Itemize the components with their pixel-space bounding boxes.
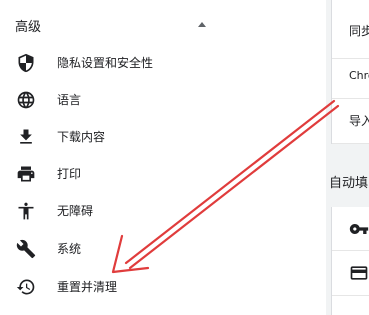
- sidebar-item-label: 语言: [57, 93, 82, 107]
- payment-methods-row[interactable]: [332, 250, 369, 296]
- printer-icon: [16, 164, 36, 184]
- settings-sidebar: 高级 隐私设置和安全性 语言 下载内容 打印 无障碍 系统 重置并清理: [0, 0, 326, 315]
- sidebar-item-label: 隐私设置和安全性: [57, 56, 154, 70]
- sidebar-item-system[interactable]: 系统: [0, 230, 300, 267]
- globe-icon: [16, 90, 36, 110]
- settings-main-panel: 同步 Chro 导入 自动填: [326, 0, 369, 315]
- sidebar-item-privacy[interactable]: 隐私设置和安全性: [0, 44, 300, 81]
- reset-history-icon: [16, 277, 36, 297]
- import-row[interactable]: 导入: [332, 98, 369, 144]
- sidebar-item-accessibility[interactable]: 无障碍: [0, 192, 300, 229]
- chrome-name-row[interactable]: Chro: [332, 58, 369, 99]
- caret-up-icon: [198, 22, 206, 27]
- sync-card: 同步 Chro 导入: [331, 0, 369, 144]
- sidebar-item-language[interactable]: 语言: [0, 81, 300, 118]
- sidebar-item-label: 下载内容: [57, 130, 106, 144]
- sidebar-item-label: 重置并清理: [57, 280, 118, 294]
- key-icon: [349, 219, 369, 239]
- sidebar-item-label: 系统: [57, 242, 82, 256]
- autofill-section-title: 自动填: [329, 176, 369, 191]
- sync-row-label: 同步: [349, 24, 369, 38]
- autofill-card: [331, 207, 369, 315]
- sidebar-item-label: 打印: [57, 167, 82, 181]
- sidebar-item-downloads[interactable]: 下载内容: [0, 118, 300, 155]
- sidebar-item-printing[interactable]: 打印: [0, 155, 300, 192]
- credit-card-icon: [349, 263, 369, 283]
- chrome-row-label: Chro: [349, 69, 369, 82]
- download-icon: [16, 127, 36, 147]
- sidebar-item-reset[interactable]: 重置并清理: [0, 268, 300, 305]
- shield-icon: [16, 53, 36, 73]
- accessibility-icon: [16, 201, 36, 221]
- sync-row[interactable]: 同步: [332, 0, 369, 59]
- wrench-icon: [16, 239, 36, 259]
- advanced-section-header[interactable]: 高级: [0, 10, 230, 40]
- import-row-label: 导入: [349, 114, 369, 128]
- advanced-section-title: 高级: [15, 20, 42, 35]
- passwords-row[interactable]: [332, 207, 369, 251]
- sidebar-item-label: 无障碍: [57, 204, 94, 218]
